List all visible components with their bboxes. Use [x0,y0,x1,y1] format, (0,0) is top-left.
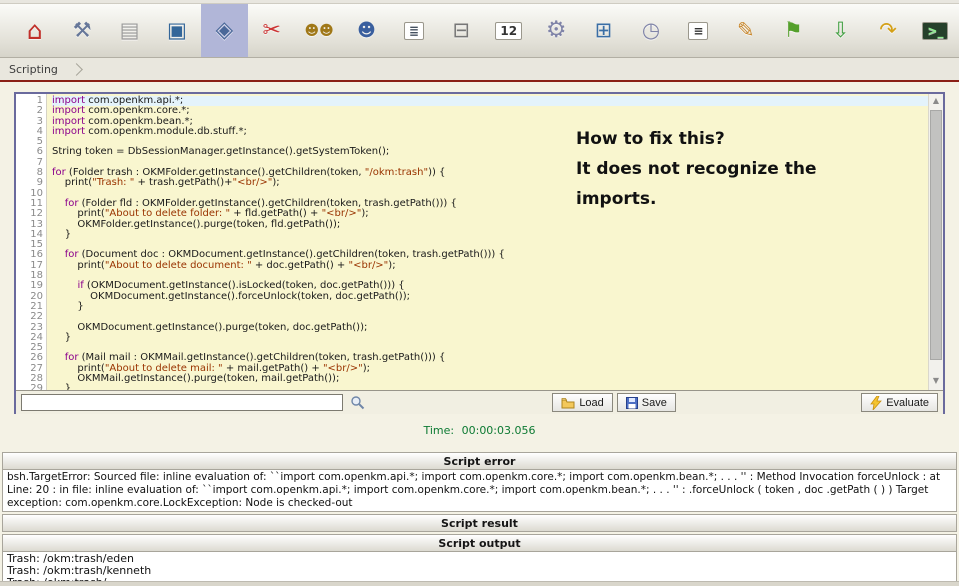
magnifier-icon [350,395,365,410]
code-line-4[interactable]: import com.openkm.module.db.stuff.*; [52,127,928,137]
report-search-button[interactable]: ≣ [390,4,437,57]
customization-button[interactable]: ✎ [722,4,769,57]
database-export-icon: ↷ [879,20,897,41]
save-button-label: Save [642,397,667,409]
code-line-28[interactable]: OKMMail.getInstance().purge(token, mail.… [52,374,928,384]
tab-separator-chevron [70,63,83,76]
calendar-button[interactable]: 12 [485,4,532,57]
load-button[interactable]: Load [552,393,612,412]
scroll-up-icon[interactable]: ▲ [929,94,943,108]
scripting-panel: 1234567891011121314151617181920212223242… [14,92,945,414]
scrollbar-thumb[interactable] [930,110,942,360]
printer-button[interactable]: ⊟ [438,4,485,57]
evaluate-button-label: Evaluate [886,397,929,409]
user-profiles-icon: ☻ [357,22,376,40]
script-error-content: bsh.TargetError: Sourced file: inline ev… [2,470,957,512]
document-check-button[interactable]: ▤ [106,4,153,57]
system-monitor-button[interactable]: ▣ [153,4,200,57]
console-icon: >_ [922,22,948,40]
tab-scripting-label: Scripting [9,63,58,76]
code-editor[interactable]: 1234567891011121314151617181920212223242… [16,94,943,391]
tools-button[interactable]: ⚒ [58,4,105,57]
evaluate-button[interactable]: Evaluate [861,393,938,412]
tools-icon: ⚒ [73,20,92,41]
execution-time: Time: 00:00:03.056 [0,424,959,437]
database-import-button[interactable]: ⇩ [817,4,864,57]
settings-gear-button[interactable]: ⚙ [532,4,579,57]
result-sections: Script error bsh.TargetError: Sourced fi… [2,452,957,586]
system-monitor-icon: ▣ [167,20,187,41]
code-line-20[interactable]: OKMDocument.getInstance().forceUnlock(to… [52,292,928,302]
load-button-label: Load [579,397,603,409]
editor-gutter: 1234567891011121314151617181920212223242… [16,94,47,390]
editor-controls: Load Save Evaluate [16,391,943,414]
code-line-17[interactable]: print("About to delete document: " + doc… [52,261,928,271]
code-line-23[interactable]: OKMDocument.getInstance().purge(token, d… [52,323,928,333]
windows-button[interactable]: ⊞ [580,4,627,57]
time-label: Time: [423,424,454,437]
code-line-14[interactable]: } [52,230,928,240]
calendar-icon: 12 [495,22,522,40]
code-line-29[interactable]: } [52,384,928,390]
language-flag-button[interactable]: ⚑ [770,4,817,57]
windows-icon: ⊞ [595,20,613,41]
document-check-icon: ▤ [120,20,140,41]
customization-icon: ✎ [737,20,755,41]
admin-window: ⌂⚒▤▣◈✂☻☻☻≣⊟12⚙⊞◷≡✎⚑⇩↷>_ Scripting 123456… [0,0,959,586]
utilities-icon: ✂ [263,20,281,42]
lightning-icon [870,396,882,410]
output-line: Trash: /okm:trash/kenneth [7,565,952,577]
home-icon: ⌂ [27,18,43,43]
code-line-6[interactable]: String token = DbSessionManager.getInsta… [52,147,928,157]
code-line-9[interactable]: print("Trash: " + trash.getPath()+"<br/>… [52,178,928,188]
users-icon: ☻☻ [305,24,334,38]
script-error-header: Script error [2,452,957,470]
code-line-24[interactable]: } [52,333,928,343]
activity-log-icon: ≡ [688,22,708,40]
settings-gear-icon: ⚙ [546,19,567,42]
floppy-disk-icon [626,397,638,409]
save-button[interactable]: Save [617,393,676,412]
scripting-icon: ◈ [215,19,233,42]
console-button[interactable]: >_ [912,4,959,57]
script-output-header: Script output [2,534,957,552]
language-flag-icon: ⚑ [784,20,803,41]
scheduler-clock-icon: ◷ [642,20,660,41]
toolbar: ⌂⚒▤▣◈✂☻☻☻≣⊟12⚙⊞◷≡✎⚑⇩↷>_ [0,4,959,58]
tab-bar: Scripting [0,58,959,82]
printer-icon: ⊟ [453,20,471,41]
folder-icon [561,397,575,409]
editor-scrollbar[interactable]: ▲ ▼ [928,94,943,390]
script-result-header: Script result [2,514,957,532]
home-button[interactable]: ⌂ [11,4,58,57]
tab-scripting[interactable]: Scripting [0,58,91,80]
utilities-button[interactable]: ✂ [248,4,295,57]
code-line-21[interactable]: } [52,302,928,312]
line-number: 22 [16,312,43,322]
code-line-13[interactable]: OKMFolder.getInstance().purge(token, fld… [52,220,928,230]
activity-log-button[interactable]: ≡ [675,4,722,57]
scripting-button[interactable]: ◈ [201,4,248,57]
time-value: 00:00:03.056 [462,424,536,437]
user-profiles-button[interactable]: ☻ [343,4,390,57]
users-button[interactable]: ☻☻ [295,4,342,57]
script-path-input[interactable] [21,394,343,411]
report-search-icon: ≣ [404,22,424,40]
editor-code[interactable]: import com.openkm.api.*;import com.openk… [47,94,928,390]
window-bottom-edge [0,581,959,586]
browse-script-button[interactable] [347,394,367,411]
scheduler-clock-button[interactable]: ◷ [627,4,674,57]
database-export-button[interactable]: ↷ [864,4,911,57]
line-number: 29 [16,384,43,391]
database-import-icon: ⇩ [832,20,850,41]
scroll-down-icon[interactable]: ▼ [929,374,943,388]
